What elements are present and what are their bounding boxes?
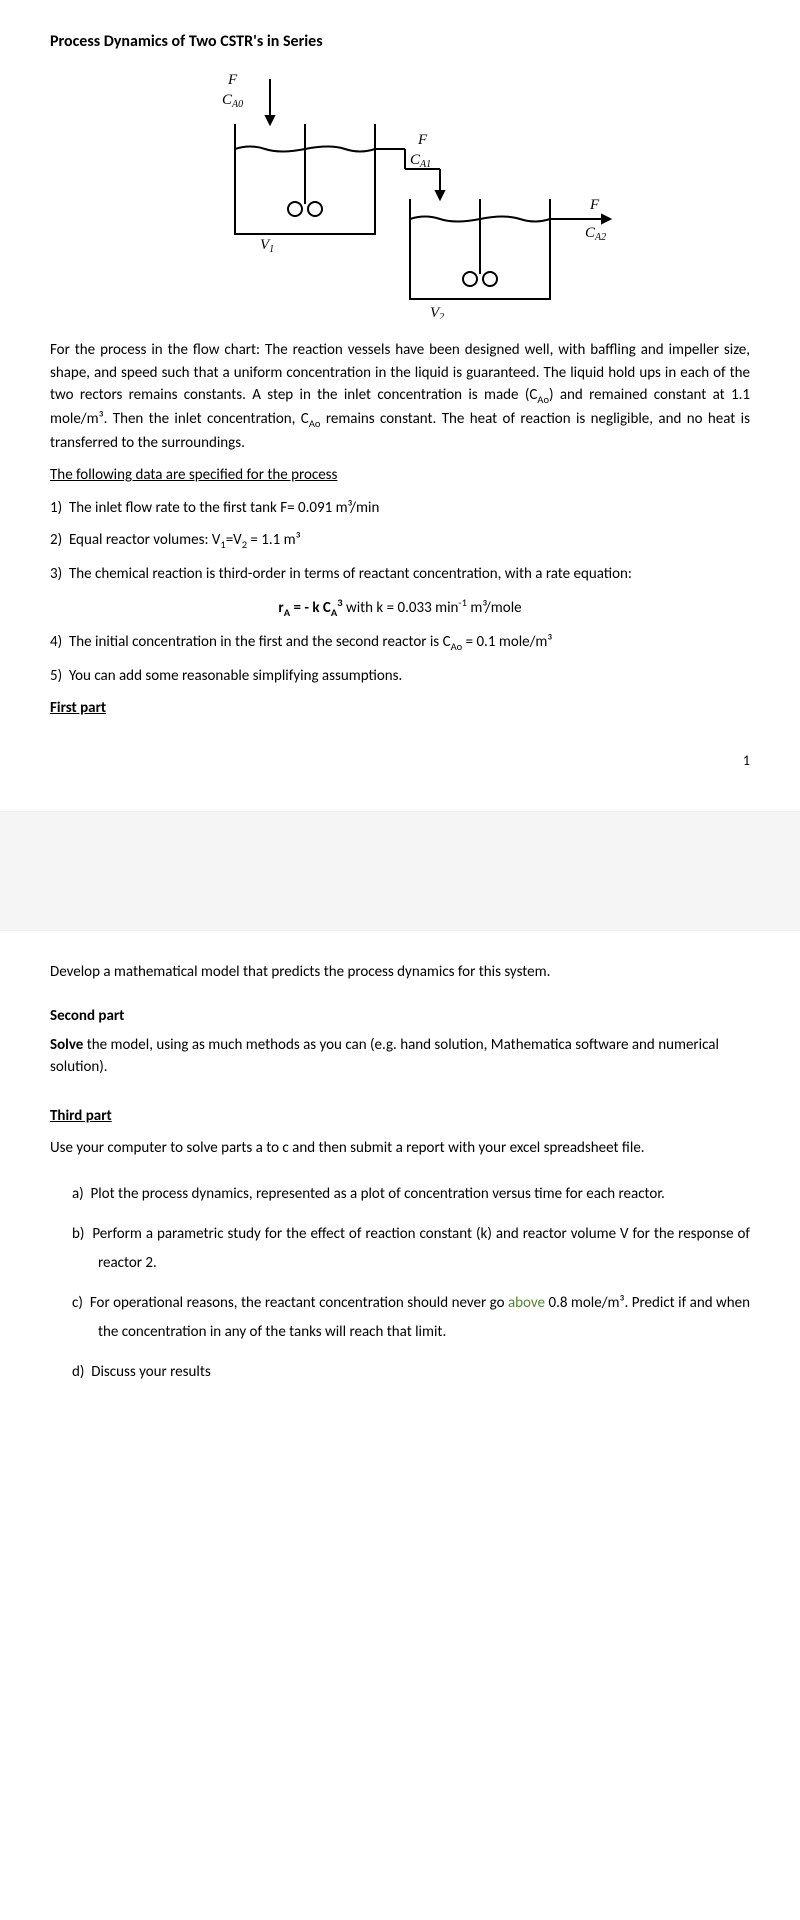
sub-item-a: a) Plot the process dynamics, represente… <box>72 1180 750 1209</box>
spec-item-4: 4) The initial concentration in the firs… <box>50 631 750 655</box>
cstr-diagram: F CA0 V1 F CA1 V2 F CA2 <box>140 69 660 319</box>
spec-item-1: 1) The inlet flow rate to the first tank… <box>50 497 750 520</box>
label-v1: V1 <box>260 237 274 255</box>
page-2: Develop a mathematical model that predic… <box>0 931 800 1439</box>
page-gap <box>0 811 800 931</box>
label-mid-c: CA1 <box>410 152 431 170</box>
label-inlet-c: CA0 <box>222 92 243 110</box>
label-out-f: F <box>589 197 600 213</box>
second-part-heading: Second part <box>50 1005 750 1028</box>
label-out-c: CA2 <box>585 225 606 243</box>
label-v2: V2 <box>430 305 444 319</box>
spec-list-2: 4) The initial concentration in the firs… <box>50 631 750 687</box>
sub-item-b: b) Perform a parametric study for the ef… <box>72 1220 750 1277</box>
page-number: 1 <box>50 750 750 771</box>
label-mid-f: F <box>417 132 428 148</box>
develop-paragraph: Develop a mathematical model that predic… <box>50 961 750 984</box>
first-part-heading: First part <box>50 697 750 720</box>
spec-item-2: 2) Equal reactor volumes: V1=V2 = 1.1 m³ <box>50 529 750 553</box>
third-part-heading: Third part <box>50 1105 750 1128</box>
third-part-body: Use your computer to solve parts a to c … <box>50 1137 750 1160</box>
spec-item-5: 5) You can add some reasonable simplifyi… <box>50 665 750 688</box>
third-part-sublist: a) Plot the process dynamics, represente… <box>50 1180 750 1387</box>
sub-item-d: d) Discuss your results <box>72 1358 750 1387</box>
spec-heading: The following data are specified for the… <box>50 464 750 487</box>
spec-item-3: 3) The chemical reaction is third-order … <box>50 563 750 586</box>
second-part-body: Solve the model, using as much methods a… <box>50 1034 750 1079</box>
label-inlet-f: F <box>227 72 238 88</box>
intro-paragraph: For the process in the flow chart: The r… <box>50 339 750 454</box>
page-1: Process Dynamics of Two CSTR's in Series <box>0 0 800 811</box>
sub-item-c: c) For operational reasons, the reactant… <box>72 1289 750 1346</box>
rate-equation: rA = - k CA3 with k = 0.033 min-1 m³/mol… <box>50 595 750 621</box>
spec-list: 1) The inlet flow rate to the first tank… <box>50 497 750 586</box>
document-title: Process Dynamics of Two CSTR's in Series <box>50 30 750 54</box>
